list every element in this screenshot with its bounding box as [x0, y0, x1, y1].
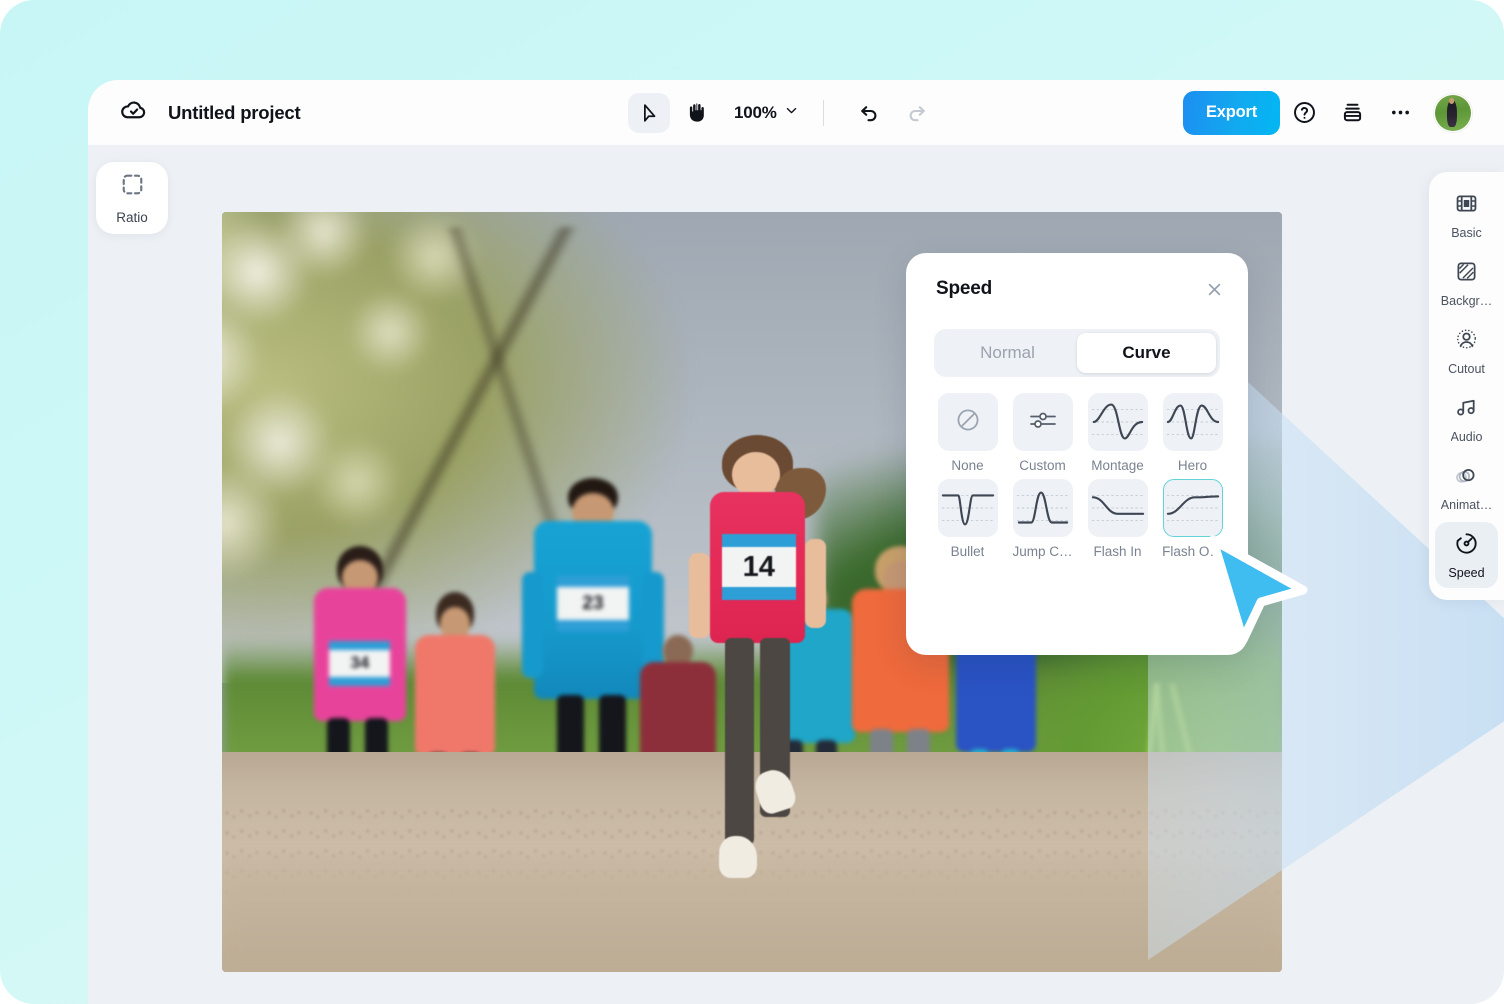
preset-montage-box: [1087, 393, 1148, 451]
sidebar-item-speed[interactable]: Speed: [1435, 522, 1498, 588]
undo-button[interactable]: [848, 93, 890, 133]
sidebar-item-background-label: Backgr…: [1440, 293, 1493, 308]
sidebar-item-background[interactable]: Backgr…: [1435, 250, 1498, 316]
preset-none-box: [937, 393, 998, 451]
top-toolbar: Untitled project 100% Export: [88, 80, 1504, 145]
runner-head: [732, 451, 780, 497]
redo-button[interactable]: [896, 93, 938, 133]
preset-bullet[interactable]: Bullet: [932, 479, 1003, 559]
preset-flash-out[interactable]: Flash O…: [1157, 479, 1228, 559]
preset-hero[interactable]: Hero: [1157, 393, 1228, 473]
avatar[interactable]: [1434, 93, 1472, 132]
preset-custom[interactable]: Custom: [1007, 393, 1078, 473]
cloud-check-icon: [120, 96, 148, 129]
export-button[interactable]: Export: [1183, 90, 1280, 135]
sidebar-item-audio-label: Audio: [1450, 429, 1483, 444]
preset-jump-cut-label: Jump C…: [1012, 544, 1073, 559]
preset-jump-cut-box: [1012, 479, 1073, 537]
preset-montage[interactable]: Montage: [1082, 393, 1153, 473]
toolbar-center-tools: 100%: [628, 80, 938, 145]
preset-flash-in-label: Flash In: [1093, 544, 1142, 559]
toolbar-right-actions: Export: [1183, 80, 1472, 145]
speed-panel: Speed Normal Curve None Custom Montage H…: [906, 253, 1248, 655]
preset-montage-label: Montage: [1091, 458, 1144, 473]
speedometer-icon: [1454, 531, 1479, 561]
preset-flash-in[interactable]: Flash In: [1082, 479, 1153, 559]
sidebar-item-animation-label: Animat…: [1440, 497, 1493, 512]
select-tool-button[interactable]: [628, 92, 670, 133]
app-window: Untitled project 100% Export Ratio 34 23…: [88, 80, 1504, 1004]
jump-cut-curve-icon: [1016, 491, 1069, 524]
zoom-level-label: 100%: [734, 102, 777, 122]
runner-shoe-back: [751, 765, 799, 817]
cutout-person-icon: [1454, 327, 1479, 357]
runner-arm-left: [521, 571, 543, 679]
sliders-icon: [1027, 406, 1059, 439]
preset-flash-out-label: Flash O…: [1162, 544, 1223, 559]
preset-hero-box: [1162, 393, 1223, 451]
preset-jump-cut[interactable]: Jump C…: [1007, 479, 1078, 559]
animation-circles-icon: [1454, 463, 1479, 493]
sidebar-item-audio[interactable]: Audio: [1435, 386, 1498, 452]
sidebar-item-basic-label: Basic: [1451, 225, 1482, 240]
preset-none-label: None: [951, 458, 984, 473]
help-button[interactable]: [1280, 89, 1328, 137]
runner-foreground-girl: 14: [683, 435, 831, 911]
runner-arm-left: [689, 553, 710, 638]
hand-tool-button[interactable]: [676, 93, 718, 133]
music-notes-icon: [1454, 395, 1479, 425]
runner-leg-left: [724, 637, 755, 846]
right-sidebar: Basic Backgr… Cutout Audio Animat… Speed: [1429, 172, 1504, 600]
preset-flash-out-box: [1162, 479, 1223, 537]
sidebar-item-basic[interactable]: Basic: [1435, 182, 1498, 248]
curve-preset-grid: None Custom Montage Hero Bullet Jump C… …: [932, 393, 1228, 559]
page-root: Untitled project 100% Export Ratio 34 23…: [0, 0, 1504, 1004]
hero-curve-icon: [1166, 404, 1219, 440]
sidebar-item-speed-label: Speed: [1448, 565, 1485, 580]
more-options-button[interactable]: [1376, 89, 1424, 137]
close-icon[interactable]: [1202, 277, 1226, 301]
preset-bullet-box: [937, 479, 998, 537]
film-icon: [1454, 191, 1479, 221]
preset-bullet-label: Bullet: [950, 544, 985, 559]
montage-curve-icon: [1091, 403, 1144, 440]
zoom-level-control[interactable]: 100%: [734, 103, 799, 123]
sidebar-item-cutout[interactable]: Cutout: [1435, 318, 1498, 384]
flash-out-curve-icon: [1166, 494, 1219, 522]
chevron-down-icon: [784, 103, 799, 123]
no-curve-icon: [954, 406, 982, 439]
page-title: Untitled project: [168, 101, 301, 123]
sidebar-item-animation[interactable]: Animat…: [1435, 454, 1498, 520]
avatar-head: [1448, 98, 1455, 104]
dashed-square-icon: [119, 171, 146, 203]
speed-mode-curve[interactable]: Curve: [1077, 333, 1216, 373]
preset-none[interactable]: None: [932, 393, 1003, 473]
runner-bib: 14: [721, 534, 797, 601]
runner-torso: [414, 634, 496, 757]
runner-shoe-front: [718, 835, 758, 879]
speed-mode-toggle: Normal Curve: [934, 329, 1220, 377]
ratio-label: Ratio: [116, 210, 148, 225]
speed-panel-title: Speed: [936, 278, 993, 299]
runner-arm-right: [804, 538, 826, 629]
preset-custom-label: Custom: [1019, 458, 1066, 473]
bullet-curve-icon: [941, 494, 994, 526]
project-title-group: Untitled project: [120, 80, 301, 145]
runner-bib: 23: [557, 575, 629, 632]
background-pattern-icon: [1454, 259, 1479, 289]
runner-bib: 34: [329, 640, 391, 687]
preset-hero-label: Hero: [1177, 458, 1208, 473]
speed-mode-normal[interactable]: Normal: [938, 333, 1077, 373]
layers-button[interactable]: [1328, 89, 1376, 137]
ratio-button[interactable]: Ratio: [96, 162, 168, 234]
flash-in-curve-icon: [1091, 494, 1144, 522]
toolbar-divider: [822, 99, 824, 126]
preset-flash-in-box: [1087, 479, 1148, 537]
preset-custom-box: [1012, 393, 1073, 451]
sidebar-item-cutout-label: Cutout: [1448, 361, 1485, 376]
speed-panel-header: Speed: [936, 277, 1226, 301]
